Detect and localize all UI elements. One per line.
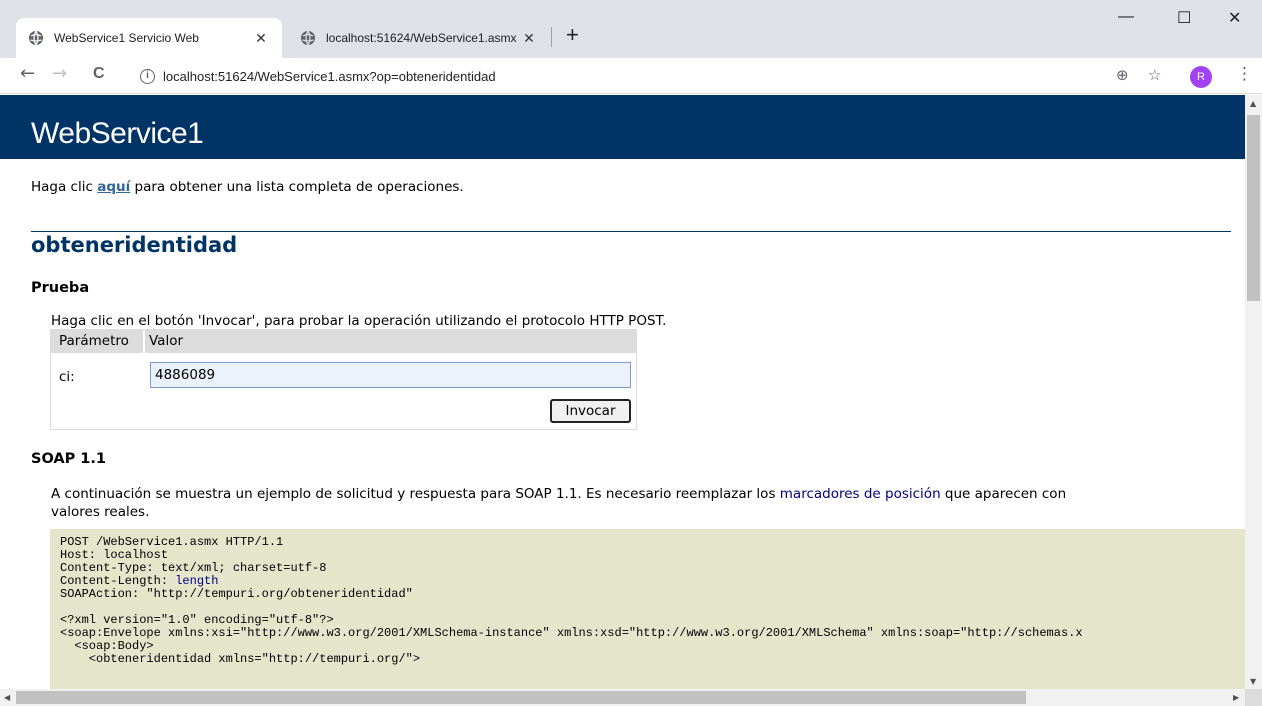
minimize-button[interactable]: — (1118, 8, 1134, 26)
scroll-down-arrow[interactable]: ▼ (1250, 677, 1256, 686)
length-placeholder: length (175, 574, 219, 588)
scroll-right-arrow[interactable]: ▶ (1233, 693, 1239, 702)
ci-input[interactable] (150, 362, 631, 388)
placeholders-term: marcadores de posición (779, 486, 941, 502)
code-line: <soap:Envelope xmlns:xsi="http://www.w3.… (60, 626, 1083, 640)
tab-close-icon[interactable]: ✕ (520, 30, 538, 47)
col-value: Valor (149, 333, 184, 349)
intro-suffix: para obtener una lista completa de opera… (130, 179, 464, 195)
browser-toolbar: ← → C i localhost:51624/WebService1.asmx… (0, 58, 1262, 94)
tab-close-icon[interactable]: ✕ (252, 30, 270, 47)
tab-webservice1[interactable]: WebService1 Servicio Web ✕ (16, 18, 282, 58)
url-text[interactable]: localhost:51624/WebService1.asmx?op=obte… (163, 69, 496, 84)
invoke-button[interactable]: Invocar (550, 399, 631, 423)
tab-localhost[interactable]: localhost:51624/WebService1.asmx ✕ (288, 18, 550, 58)
new-tab-button[interactable]: + (566, 22, 579, 48)
test-description: Haga clic en el botón 'Invocar', para pr… (51, 313, 667, 329)
back-button[interactable]: ← (20, 63, 35, 84)
close-window-button[interactable]: ✕ (1228, 8, 1241, 28)
address-bar[interactable]: i localhost:51624/WebService1.asmx?op=ob… (126, 62, 1176, 90)
operations-list-link[interactable]: aquí (97, 179, 130, 195)
maximize-button[interactable]: ☐ (1177, 8, 1191, 28)
code-line: POST /WebService1.asmx HTTP/1.1 (60, 535, 284, 549)
tab-strip: WebService1 Servicio Web ✕ localhost:516… (0, 0, 1262, 58)
code-line: SOAPAction: "http://tempuri.org/obteneri… (60, 587, 413, 601)
code-line: Content-Type: text/xml; charset=utf-8 (60, 561, 327, 575)
soap-heading: SOAP 1.1 (31, 451, 106, 467)
code-line: <?xml version="1.0" encoding="utf-8"?> (60, 613, 334, 627)
vertical-scroll-thumb[interactable] (1247, 115, 1260, 301)
soap-request-code: POST /WebService1.asmx HTTP/1.1 Host: lo… (50, 529, 1245, 689)
column-separator (143, 330, 145, 353)
horizontal-scroll-thumb[interactable] (16, 691, 1026, 704)
forward-button[interactable]: → (52, 63, 67, 84)
menu-icon[interactable]: ⋮ (1236, 64, 1253, 84)
soap-description: A continuación se muestra un ejemplo de … (51, 485, 1241, 521)
code-line: <obteneridentidad xmlns="http://tempuri.… (60, 652, 421, 666)
scroll-left-arrow[interactable]: ◀ (4, 693, 10, 702)
page-banner: WebService1 (0, 95, 1245, 159)
star-icon[interactable]: ☆ (1148, 66, 1161, 84)
scroll-up-arrow[interactable]: ▲ (1250, 99, 1256, 108)
code-line: Host: localhost (60, 548, 169, 562)
reload-button[interactable]: C (93, 65, 105, 83)
test-table-header: Parámetro Valor (51, 330, 636, 353)
zoom-icon[interactable]: ⊕ (1116, 66, 1129, 84)
soap-desc-line2: valores reales. (51, 504, 150, 520)
col-parameter: Parámetro (59, 333, 129, 349)
globe-icon (301, 30, 315, 46)
test-form: Parámetro Valor ci: Invocar (50, 329, 637, 430)
globe-icon (29, 30, 43, 46)
ci-label: ci: (59, 369, 75, 385)
code-line: Content-Length: (60, 574, 176, 588)
info-icon[interactable]: i (140, 68, 155, 84)
test-heading: Prueba (31, 280, 90, 296)
operation-title: obteneridentidad (31, 233, 238, 257)
page-viewport: WebService1 Haga clic aquí para obtener … (0, 95, 1245, 689)
tab-title: localhost:51624/WebService1.asmx (326, 31, 517, 45)
soap-desc-part1: A continuación se muestra un ejemplo de … (51, 486, 780, 502)
avatar[interactable]: R (1190, 66, 1212, 88)
tab-title: WebService1 Servicio Web (54, 31, 199, 45)
divider (31, 231, 1231, 232)
intro-text: Haga clic aquí para obtener una lista co… (31, 179, 464, 195)
tab-separator (551, 27, 552, 47)
code-line: <soap:Body> (60, 639, 154, 653)
soap-desc-part2: que aparecen con (940, 486, 1067, 502)
scrollbar-corner (1245, 689, 1262, 706)
intro-prefix: Haga clic (31, 179, 98, 195)
